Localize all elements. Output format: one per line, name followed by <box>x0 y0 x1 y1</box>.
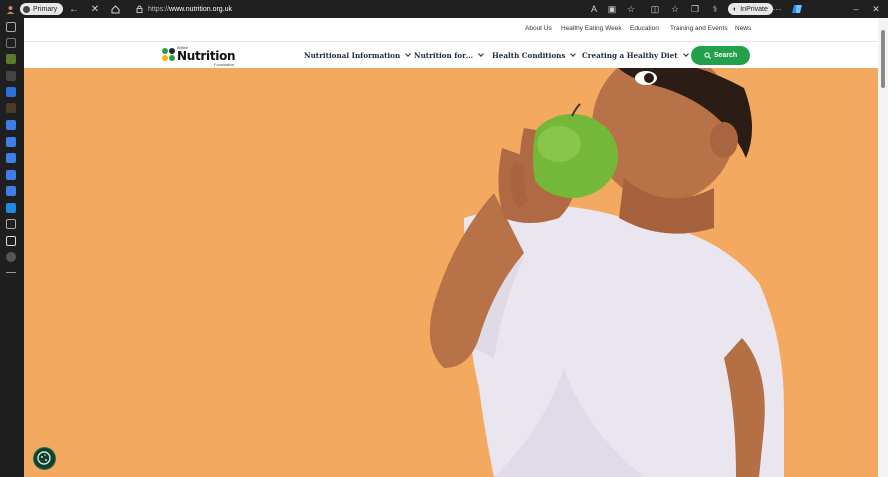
inprivate-icon: ◐ <box>733 5 738 13</box>
minimize-icon[interactable]: – <box>850 0 862 18</box>
inprivate-label: InPrivate <box>740 5 768 13</box>
hero-image <box>24 68 878 477</box>
chevron-down-icon <box>478 51 484 57</box>
cookie-settings-button[interactable] <box>33 447 56 470</box>
utility-nav: About Us Healthy Eating Week Education T… <box>24 18 878 42</box>
home-icon[interactable] <box>108 0 122 18</box>
nav-label: Nutrition for… <box>414 51 474 60</box>
address-bar[interactable]: https://www.nutrition.org.uk <box>148 0 232 18</box>
child-eating-apple-illustration <box>429 68 784 477</box>
logo-mark-icon <box>169 55 175 61</box>
nav-label: Health Conditions <box>492 51 566 60</box>
avatar[interactable] <box>4 0 16 18</box>
utility-link-about[interactable]: About Us <box>525 25 552 32</box>
search-button[interactable]: Search <box>691 46 750 65</box>
screenshot-icon[interactable]: ▣ <box>606 0 618 18</box>
browser-titlebar: Primary ← ✕ https://www.nutrition.org.uk… <box>0 0 888 18</box>
tab-icon[interactable] <box>6 38 16 48</box>
document-tab-icon[interactable] <box>6 236 16 246</box>
favorite-star-icon[interactable]: ☆ <box>625 0 637 18</box>
logo-text: Nutrition <box>177 49 236 63</box>
url-prefix: https:// <box>148 5 170 13</box>
tab-favicon-icon[interactable] <box>6 71 16 81</box>
chevron-down-icon <box>682 51 689 57</box>
search-label: Search <box>713 52 738 59</box>
profile-icon <box>23 5 30 13</box>
video-tab-icon[interactable] <box>6 120 16 130</box>
video-tab-icon[interactable] <box>6 170 16 180</box>
active-tab-icon[interactable] <box>6 252 16 262</box>
tab-favicon-icon[interactable] <box>6 103 16 113</box>
scrollbar-thumb[interactable] <box>881 30 885 88</box>
tab-favicon-icon[interactable] <box>6 87 16 97</box>
nav-nutrition-for[interactable]: Nutrition for… <box>414 51 484 60</box>
nav-creating-healthy-diet[interactable]: Creating a Healthy Diet <box>582 51 689 60</box>
logo-text-bottom: Foundation <box>214 62 235 67</box>
main-nav: British Nutrition Foundation Nutritional… <box>24 43 878 68</box>
new-tab-icon[interactable] <box>6 272 16 273</box>
tab-icon[interactable] <box>6 219 16 229</box>
page-scrollbar[interactable] <box>878 18 888 477</box>
utility-link-healthy-eating-week[interactable]: Healthy Eating Week <box>561 25 622 32</box>
collections-icon[interactable]: ❐ <box>689 0 701 18</box>
inprivate-badge[interactable]: ◐ InPrivate <box>728 3 773 15</box>
utility-link-news[interactable]: News <box>735 25 751 32</box>
cookie-icon <box>37 451 51 465</box>
logo-mark-icon <box>162 48 168 54</box>
more-icon[interactable]: ··· <box>770 0 784 18</box>
tab-favicon-icon[interactable] <box>6 203 16 213</box>
copilot-icon[interactable] <box>790 0 804 18</box>
web-page: About Us Healthy Eating Week Education T… <box>24 18 878 477</box>
profile-button[interactable]: Primary <box>20 3 64 15</box>
logo-mark-icon <box>169 48 175 54</box>
arrow-left-icon[interactable]: ← <box>67 0 81 18</box>
video-tab-icon[interactable] <box>6 137 16 147</box>
tab-favicon-icon[interactable] <box>6 54 16 64</box>
favorites-icon[interactable]: ☆ <box>669 0 681 18</box>
lock-icon[interactable] <box>133 0 145 18</box>
read-aloud-icon[interactable]: A <box>588 0 600 18</box>
browser-sidebar <box>0 18 22 477</box>
url-host: www.nutrition.org.uk <box>169 5 233 13</box>
utility-link-training[interactable]: Training and Events <box>670 25 728 32</box>
video-tab-icon[interactable] <box>6 186 16 196</box>
chevron-down-icon <box>405 51 412 57</box>
profile-label: Primary <box>33 5 58 13</box>
utility-link-education[interactable]: Education <box>630 25 659 32</box>
search-icon <box>704 52 711 59</box>
split-screen-icon[interactable]: ◫ <box>649 0 661 18</box>
extensions-icon[interactable]: ⚕ <box>709 0 721 18</box>
logo-mark-icon <box>162 55 168 61</box>
chevron-down-icon <box>570 51 577 57</box>
tab-actions-icon[interactable] <box>6 22 16 32</box>
window-close-icon[interactable]: ✕ <box>870 0 882 18</box>
nav-nutritional-information[interactable]: Nutritional Information <box>304 51 412 60</box>
video-tab-icon[interactable] <box>6 153 16 163</box>
nav-label: Creating a Healthy Diet <box>582 51 678 60</box>
nav-label: Nutritional Information <box>304 51 401 60</box>
close-icon[interactable]: ✕ <box>88 0 102 18</box>
nav-health-conditions[interactable]: Health Conditions <box>492 51 577 60</box>
